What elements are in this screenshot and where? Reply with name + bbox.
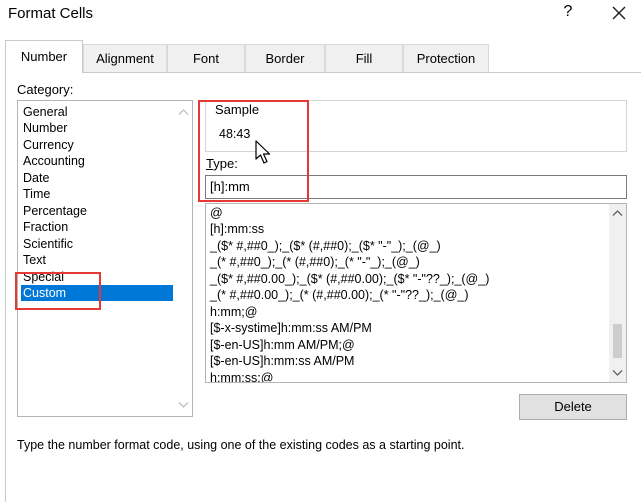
tab-alignment[interactable]: Alignment bbox=[83, 44, 167, 72]
close-button[interactable] bbox=[606, 1, 632, 27]
category-item-accounting[interactable]: Accounting bbox=[21, 153, 173, 169]
category-item-general[interactable]: General bbox=[21, 104, 173, 120]
category-item-scientific[interactable]: Scientific bbox=[21, 236, 173, 252]
category-item-percentage[interactable]: Percentage bbox=[21, 203, 173, 219]
format-item[interactable]: h:mm:ss;@ bbox=[210, 370, 273, 382]
category-item-time[interactable]: Time bbox=[21, 186, 173, 202]
category-list[interactable]: General Number Currency Accounting Date … bbox=[17, 100, 193, 417]
category-label: Category: bbox=[17, 82, 74, 97]
format-item[interactable]: _(* #,##0.00_);_(* (#,##0.00);_(* "-"??_… bbox=[210, 287, 469, 303]
tab-fill[interactable]: Fill bbox=[325, 44, 403, 72]
format-item[interactable]: @ bbox=[210, 205, 223, 221]
scrollbar-thumb[interactable] bbox=[613, 324, 622, 358]
format-cells-dialog: Format Cells ? Number Alignment Font Bor… bbox=[0, 0, 643, 502]
format-item[interactable]: [$-en-US]h:mm AM/PM;@ bbox=[210, 337, 355, 353]
format-item[interactable]: [$-en-US]h:mm:ss AM/PM bbox=[210, 353, 354, 369]
format-item[interactable]: h:mm;@ bbox=[210, 304, 257, 320]
close-icon bbox=[612, 6, 626, 20]
tab-border[interactable]: Border bbox=[245, 44, 325, 72]
category-item-number[interactable]: Number bbox=[21, 120, 173, 136]
format-code-list[interactable]: @ [h]:mm:ss _($* #,##0_);_($* (#,##0);_(… bbox=[205, 203, 627, 383]
mouse-pointer-icon bbox=[255, 140, 271, 164]
highlight-custom bbox=[15, 272, 101, 310]
format-list-scrollbar[interactable] bbox=[609, 204, 626, 382]
format-item[interactable]: _($* #,##0.00_);_($* (#,##0.00);_($* "-"… bbox=[210, 271, 489, 287]
dialog-title: Format Cells bbox=[8, 5, 94, 22]
category-item-date[interactable]: Date bbox=[21, 170, 173, 186]
tab-font[interactable]: Font bbox=[167, 44, 245, 72]
format-item[interactable]: _(* #,##0_);_(* (#,##0);_(* "-"_);_(@_) bbox=[210, 254, 420, 270]
scroll-down-icon[interactable] bbox=[612, 367, 623, 378]
category-item-fraction[interactable]: Fraction bbox=[21, 219, 173, 235]
format-item[interactable]: [h]:mm:ss bbox=[210, 221, 264, 237]
tab-strip: Number Alignment Font Border Fill Protec… bbox=[5, 40, 641, 73]
category-item-text[interactable]: Text bbox=[21, 252, 173, 268]
scroll-up-icon[interactable] bbox=[612, 208, 623, 219]
format-item[interactable]: [$-x-systime]h:mm:ss AM/PM bbox=[210, 320, 372, 336]
help-button[interactable]: ? bbox=[558, 3, 578, 25]
title-bar: Format Cells ? bbox=[0, 0, 643, 30]
tab-protection[interactable]: Protection bbox=[403, 44, 489, 72]
category-item-currency[interactable]: Currency bbox=[21, 137, 173, 153]
scroll-up-icon[interactable] bbox=[178, 107, 189, 118]
hint-text: Type the number format code, using one o… bbox=[17, 438, 465, 452]
tab-number[interactable]: Number bbox=[5, 40, 83, 73]
category-scrollbar[interactable] bbox=[175, 101, 192, 416]
scroll-down-icon[interactable] bbox=[178, 399, 189, 410]
format-item[interactable]: _($* #,##0_);_($* (#,##0);_($* "-"_);_(@… bbox=[210, 238, 441, 254]
delete-button[interactable]: Delete bbox=[519, 394, 627, 420]
